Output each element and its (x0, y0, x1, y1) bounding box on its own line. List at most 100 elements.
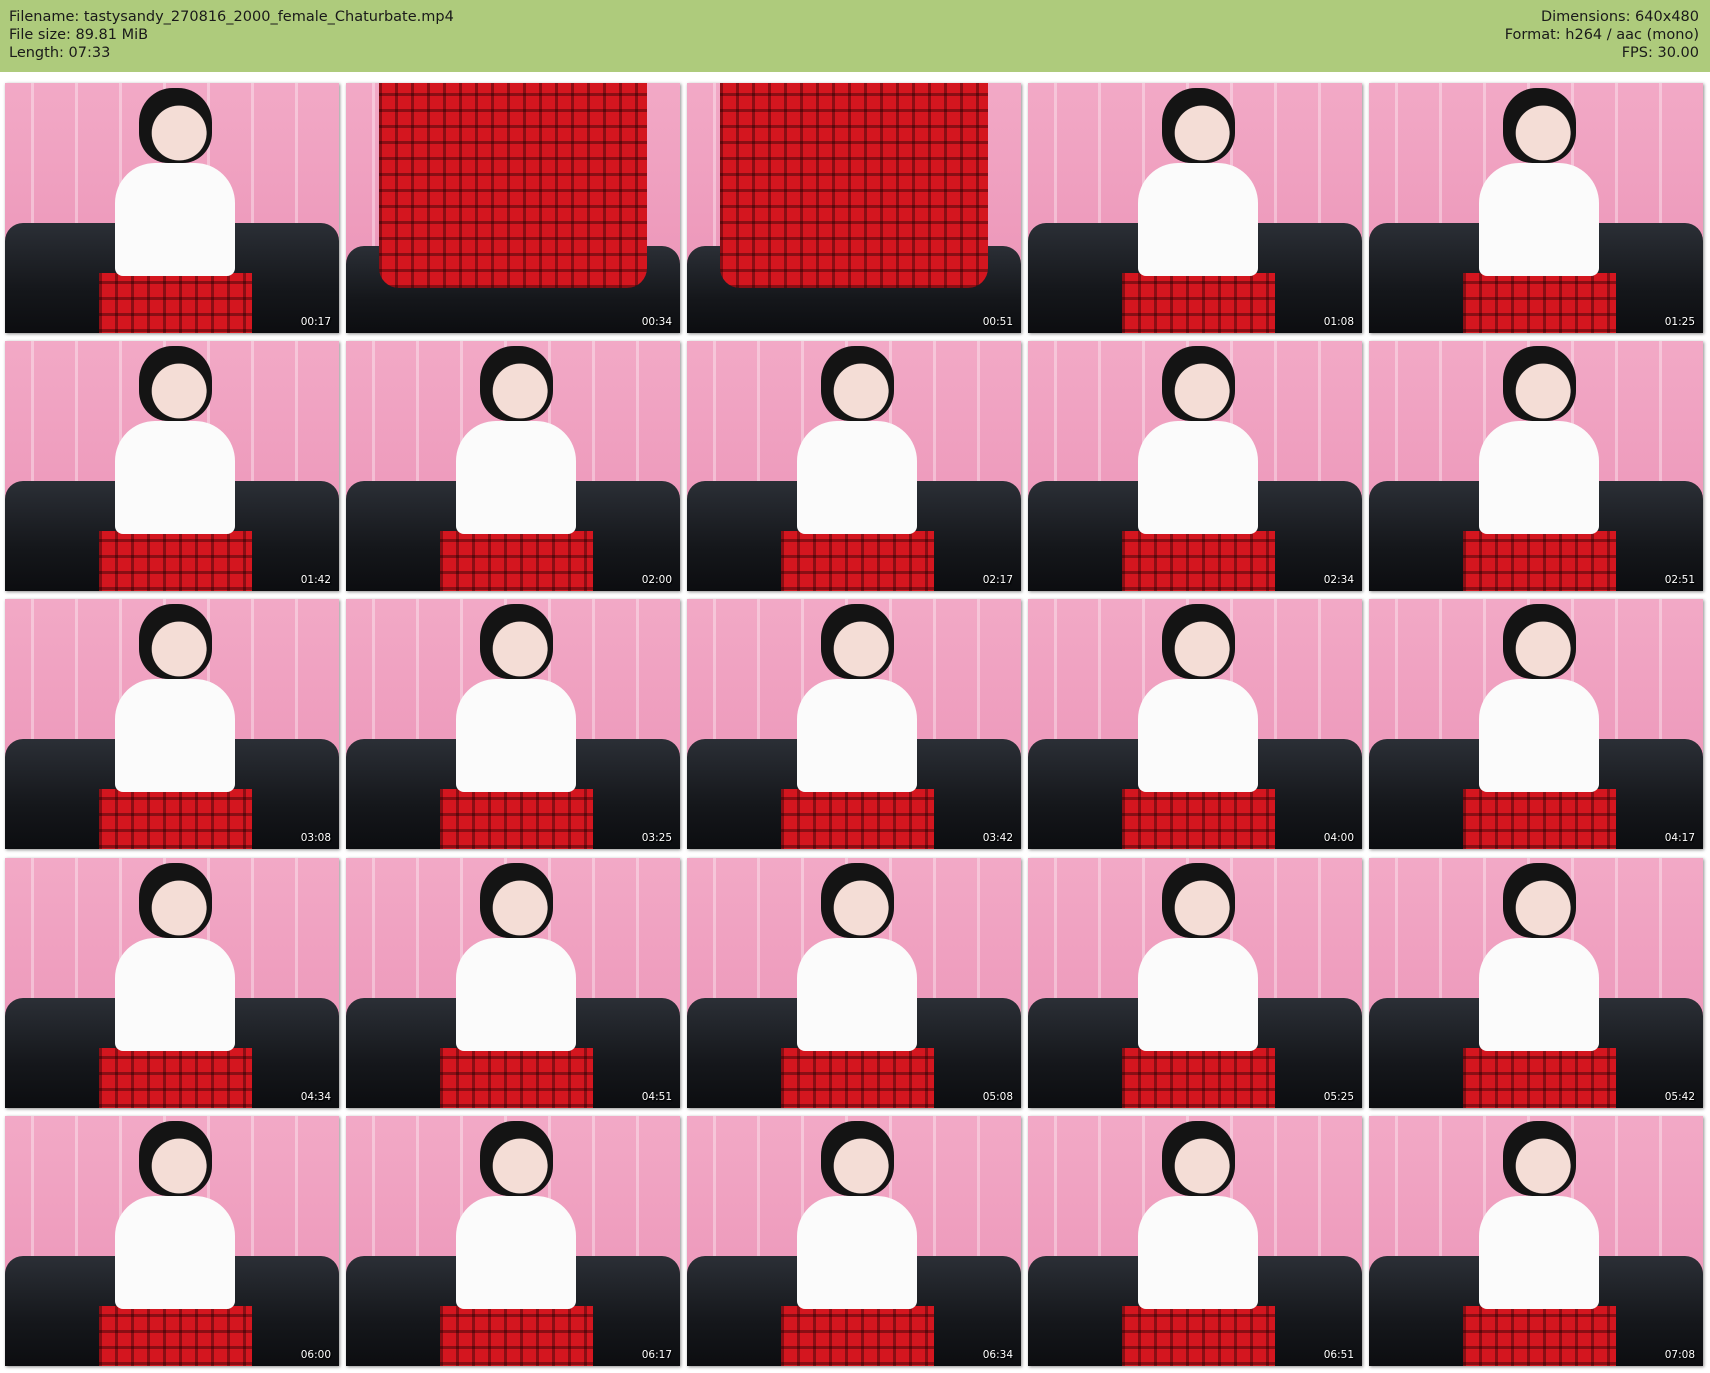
shirt-shape (115, 938, 236, 1051)
thumbnail-timestamp: 03:25 (641, 832, 672, 844)
shirt-shape (115, 421, 236, 534)
skirt-shape (780, 531, 935, 591)
thumbnail-timestamp: 06:51 (1323, 1349, 1354, 1361)
video-thumbnail: 05:25 (1028, 858, 1362, 1108)
thumbnail-timestamp: 07:08 (1664, 1349, 1695, 1361)
head-shape (1502, 604, 1577, 679)
skirt-shape (1462, 531, 1617, 591)
video-thumbnail: 00:51 (687, 83, 1021, 333)
file-size-text: File size: 89.81 MiB (9, 27, 149, 43)
head-shape (1161, 863, 1236, 938)
thumbnail-timestamp: 04:00 (1323, 832, 1354, 844)
thumbnail-timestamp: 03:42 (982, 832, 1013, 844)
skirt-shape (98, 789, 253, 849)
shirt-shape (1479, 938, 1600, 1051)
video-thumbnail: 02:17 (687, 341, 1021, 591)
video-thumbnail: 06:00 (5, 1116, 339, 1366)
shirt-shape (456, 679, 577, 792)
head-shape (138, 604, 213, 679)
skirt-shape (98, 273, 253, 333)
thumbnail-timestamp: 01:25 (1664, 316, 1695, 328)
shirt-shape (115, 679, 236, 792)
skirt-shape (780, 1048, 935, 1108)
video-thumbnail: 06:51 (1028, 1116, 1362, 1366)
skirt-shape (98, 1048, 253, 1108)
info-right-column: Dimensions: 640x480 Format: h264 / aac (… (1505, 8, 1699, 62)
thumbnail-timestamp: 00:34 (641, 316, 672, 328)
thumbnail-timestamp: 06:17 (641, 1349, 672, 1361)
shirt-shape (456, 421, 577, 534)
skirt-shape (1121, 273, 1276, 333)
thumbnail-timestamp: 02:00 (641, 574, 672, 586)
shirt-shape (456, 938, 577, 1051)
video-thumbnail: 00:34 (346, 83, 680, 333)
skirt-shape (780, 1306, 935, 1366)
skirt-shape (780, 789, 935, 849)
thumbnail-timestamp: 04:17 (1664, 832, 1695, 844)
skirt-shape (720, 83, 988, 288)
video-thumbnail: 06:17 (346, 1116, 680, 1366)
skirt-shape (1462, 1048, 1617, 1108)
head-shape (1161, 88, 1236, 163)
head-shape (479, 863, 554, 938)
thumbnail-timestamp: 04:51 (641, 1091, 672, 1103)
info-header: Filename: tastysandy_270816_2000_female_… (0, 0, 1710, 72)
shirt-shape (115, 163, 236, 276)
video-thumbnail: 05:42 (1369, 858, 1703, 1108)
thumbnail-timestamp: 02:34 (1323, 574, 1354, 586)
skirt-shape (439, 531, 594, 591)
head-shape (1502, 863, 1577, 938)
video-thumbnail: 01:08 (1028, 83, 1362, 333)
head-shape (1502, 88, 1577, 163)
info-left-column: Filename: tastysandy_270816_2000_female_… (9, 8, 454, 62)
shirt-shape (115, 1196, 236, 1309)
shirt-shape (1138, 679, 1259, 792)
video-thumbnail: 05:08 (687, 858, 1021, 1108)
head-shape (479, 1121, 554, 1196)
head-shape (479, 604, 554, 679)
shirt-shape (1138, 163, 1259, 276)
shirt-shape (1479, 679, 1600, 792)
head-shape (1161, 604, 1236, 679)
head-shape (1161, 1121, 1236, 1196)
video-thumbnail: 01:42 (5, 341, 339, 591)
shirt-shape (797, 421, 918, 534)
shirt-shape (456, 1196, 577, 1309)
video-thumbnail: 01:25 (1369, 83, 1703, 333)
thumbnail-timestamp: 06:34 (982, 1349, 1013, 1361)
skirt-shape (439, 1048, 594, 1108)
skirt-shape (98, 1306, 253, 1366)
thumbnail-timestamp: 02:51 (1664, 574, 1695, 586)
skirt-shape (1462, 273, 1617, 333)
video-thumbnail: 04:17 (1369, 599, 1703, 849)
head-shape (1161, 346, 1236, 421)
head-shape (820, 1121, 895, 1196)
thumbnail-timestamp: 01:42 (300, 574, 331, 586)
shirt-shape (1138, 938, 1259, 1051)
format-text: Format: h264 / aac (mono) (1504, 27, 1699, 43)
head-shape (138, 88, 213, 163)
shirt-shape (1138, 421, 1259, 534)
skirt-shape (439, 789, 594, 849)
dimensions-text: Dimensions: 640x480 (1540, 9, 1699, 25)
video-thumbnail: 04:00 (1028, 599, 1362, 849)
fps-text: FPS: 30.00 (1621, 45, 1699, 61)
shirt-shape (1479, 1196, 1600, 1309)
thumbnail-timestamp: 06:00 (300, 1349, 331, 1361)
video-thumbnail: 06:34 (687, 1116, 1021, 1366)
skirt-shape (1121, 1306, 1276, 1366)
head-shape (1502, 346, 1577, 421)
thumbnail-timestamp: 02:17 (982, 574, 1013, 586)
video-thumbnail: 03:42 (687, 599, 1021, 849)
skirt-shape (98, 531, 253, 591)
video-thumbnail: 03:08 (5, 599, 339, 849)
video-thumbnail: 00:17 (5, 83, 339, 333)
shirt-shape (1138, 1196, 1259, 1309)
video-thumbnail: 02:00 (346, 341, 680, 591)
skirt-shape (439, 1306, 594, 1366)
shirt-shape (1479, 163, 1600, 276)
shirt-shape (797, 1196, 918, 1309)
length-text: Length: 07:33 (9, 45, 111, 61)
head-shape (820, 863, 895, 938)
video-thumbnail: 04:34 (5, 858, 339, 1108)
